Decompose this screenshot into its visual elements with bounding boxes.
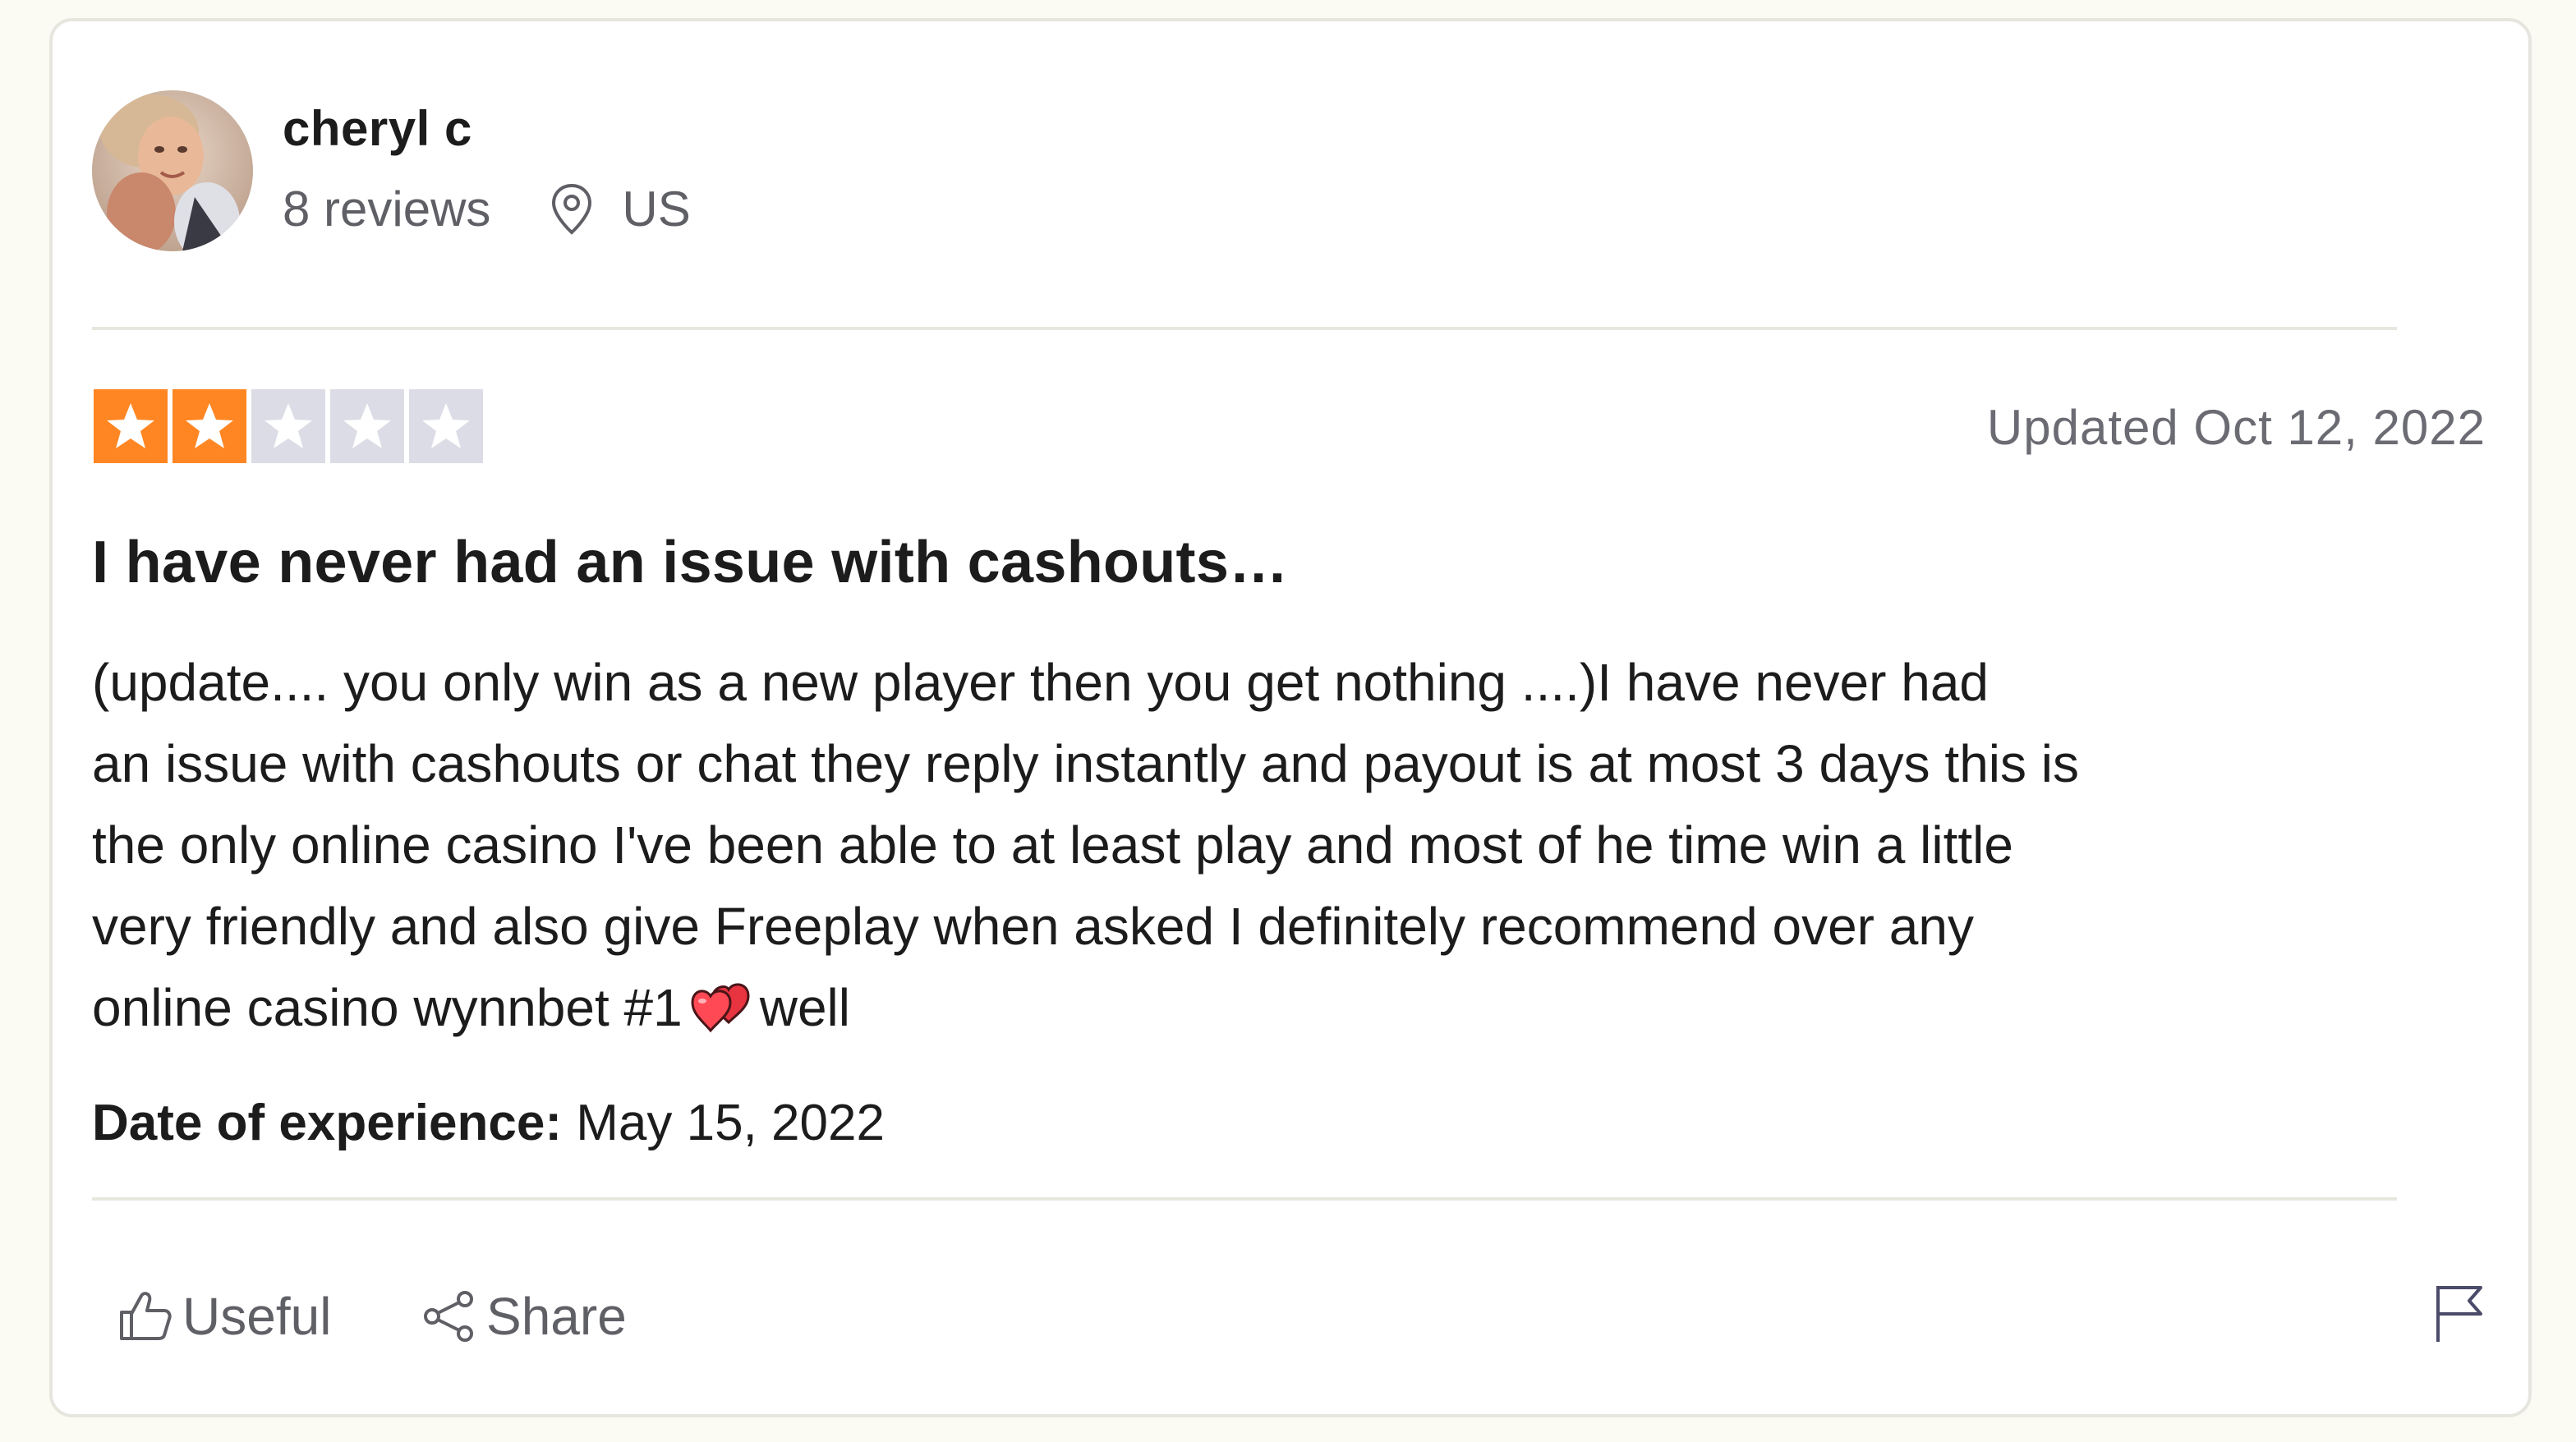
share-button[interactable]: Share: [422, 1286, 627, 1347]
review-body: (update.... you only win as a new player…: [92, 642, 2408, 1049]
body-line: (update.... you only win as a new player…: [92, 653, 1989, 712]
consumer-name[interactable]: cheryl c: [283, 100, 472, 157]
consumer-country: US: [622, 181, 691, 237]
review-title[interactable]: I have never had an issue with cashouts…: [92, 529, 1288, 596]
body-text: online casino wynnbet #1: [92, 978, 683, 1037]
body-line: an issue with cashouts or chat they repl…: [92, 734, 2079, 793]
star-icon: [186, 403, 233, 448]
body-line: very friendly and also give Freeplay whe…: [92, 897, 1974, 956]
star-icon: [343, 403, 391, 448]
reviews-count: 8 reviews: [283, 181, 491, 237]
body-line-last: online casino wynnbet #1 well: [92, 967, 2408, 1049]
location-pin-icon: [550, 182, 594, 237]
date-of-experience: Date of experience: May 15, 2022: [92, 1094, 885, 1152]
thumbs-up-icon: [120, 1292, 172, 1340]
consumer-meta: 8 reviews US: [283, 181, 691, 237]
flag-icon: [2436, 1286, 2482, 1342]
star-rating: [94, 389, 483, 463]
star-4: [330, 389, 404, 463]
body-text: well: [759, 978, 850, 1037]
share-icon: [424, 1291, 473, 1342]
experience-date: May 15, 2022: [576, 1095, 885, 1151]
useful-label: Useful: [182, 1287, 332, 1346]
body-line: the only online casino I've been able to…: [92, 815, 2013, 875]
star-2: [172, 389, 246, 463]
report-flag-button[interactable]: [2433, 1283, 2486, 1345]
star-icon: [107, 403, 154, 448]
star-1: [94, 389, 168, 463]
star-5: [409, 389, 483, 463]
review-card: cheryl c 8 reviews US Updated Oct 12, 20…: [49, 18, 2532, 1417]
useful-button[interactable]: Useful: [118, 1286, 331, 1347]
two-hearts-icon: [689, 977, 755, 1033]
avatar[interactable]: [92, 90, 253, 251]
header-divider: [92, 327, 2397, 330]
star-icon: [264, 403, 312, 448]
star-3: [251, 389, 325, 463]
footer-divider: [92, 1197, 2397, 1201]
updated-date: Updated Oct 12, 2022: [1986, 400, 2486, 455]
share-label: Share: [486, 1287, 627, 1346]
star-icon: [422, 403, 470, 448]
experience-label: Date of experience:: [92, 1095, 562, 1151]
